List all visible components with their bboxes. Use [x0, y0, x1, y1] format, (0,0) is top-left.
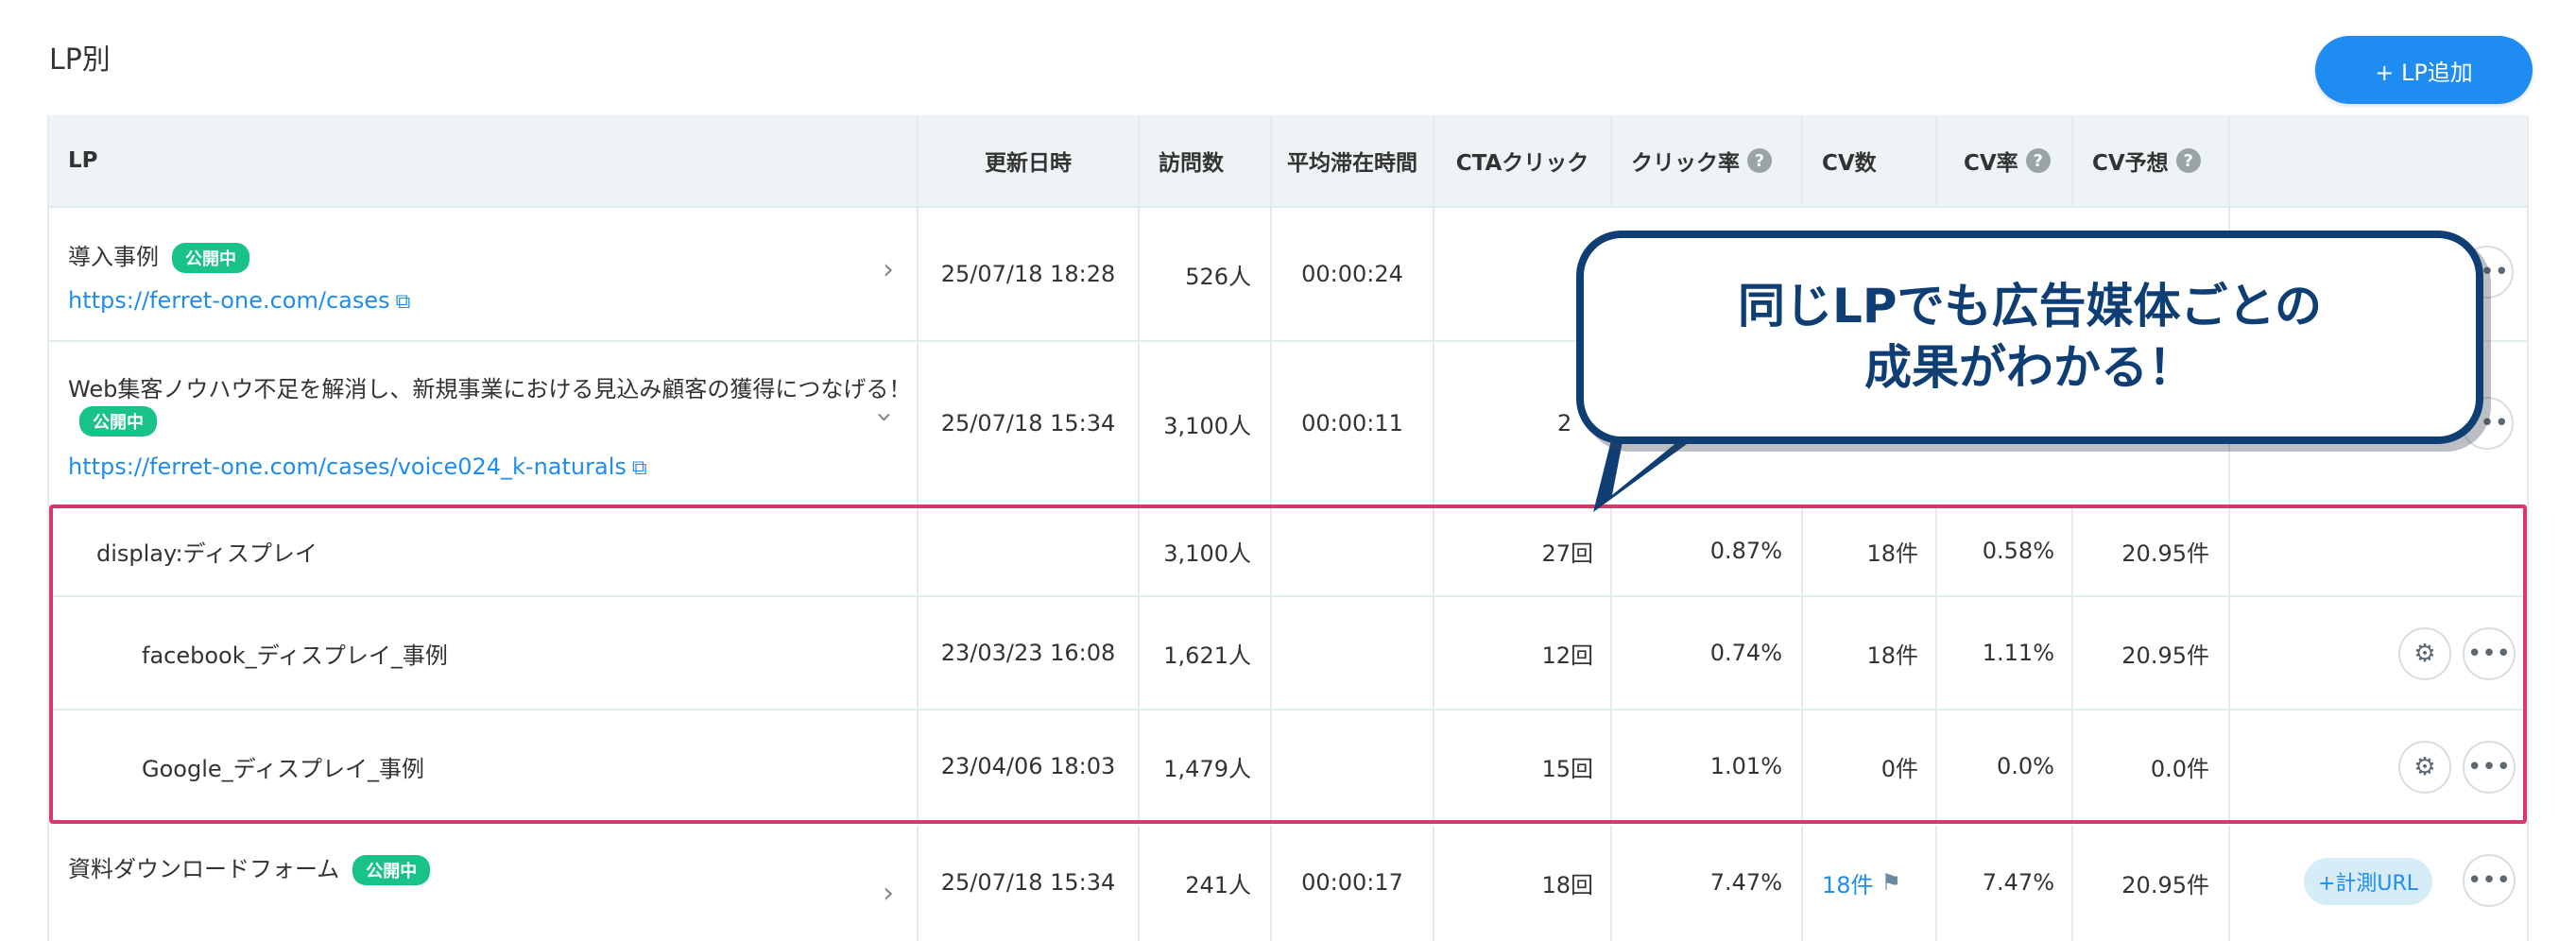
visits-cell: 526人	[1185, 263, 1251, 290]
cta-cell: 27回	[1541, 539, 1593, 567]
visits-cell: 1,621人	[1163, 642, 1251, 669]
status-badge: 公開中	[172, 243, 249, 273]
lp-url-link[interactable]: https://ferret-one.com/cases/voice024_k-…	[68, 453, 627, 480]
more-button[interactable]: •••	[2463, 741, 2516, 794]
table-header: LP 更新日時 訪問数 平均滞在時間 CTAクリック クリック率 ? CV数 C…	[49, 115, 2527, 208]
table-row[interactable]: display:ディスプレイ 3,100人 27回 0.87% 18件 0.58…	[49, 506, 2527, 597]
header-updated[interactable]: 更新日時	[919, 115, 1138, 206]
cv-cell[interactable]: 18件 ⚑	[1822, 826, 1937, 939]
header-avg-time[interactable]: 平均滞在時間	[1272, 115, 1433, 206]
header-cv-rate[interactable]: CV率 ?	[1964, 115, 2077, 206]
cv-rate-cell: 1.11%	[1982, 640, 2054, 666]
chevron-right-icon[interactable]: ›	[883, 877, 894, 910]
header-cv[interactable]: CV数	[1822, 115, 1935, 206]
header-cv-forecast[interactable]: CV予想 ?	[2092, 115, 2243, 206]
click-rate-cell: 0.74%	[1709, 640, 1782, 666]
cv-link[interactable]: 18件	[1822, 866, 1874, 899]
table-row[interactable]: facebook_ディスプレイ_事例 23/03/23 16:08 1,621人…	[49, 597, 2527, 710]
help-icon[interactable]: ?	[2175, 148, 2201, 173]
visits-cell: 3,100人	[1163, 412, 1251, 439]
callout-balloon: 同じLPでも広告媒体ごとの 成果がわかる！	[1576, 231, 2483, 444]
updated-cell: 25/07/18 15:34	[940, 869, 1116, 896]
updated-cell: 25/07/18 18:28	[940, 261, 1116, 287]
add-tracking-url-button[interactable]: +計測URL	[2304, 858, 2432, 905]
page-title: LP別	[49, 43, 111, 77]
cta-cell: 18回	[1541, 871, 1593, 898]
lp-name: Web集客ノウハウ不足を解消し、新規事業における見込み顧客の獲得につなげる！	[68, 376, 912, 402]
cta-cell: 15回	[1541, 755, 1593, 782]
chevron-right-icon[interactable]: ›	[883, 253, 894, 286]
updated-cell: 23/04/06 18:03	[940, 753, 1116, 779]
table-row[interactable]: Google_ディスプレイ_事例 23/04/06 18:03 1,479人 1…	[49, 710, 2527, 824]
cv-forecast-cell: 0.0件	[2150, 755, 2209, 782]
cv-rate-cell: 7.47%	[1982, 869, 2054, 896]
add-lp-button[interactable]: + LP追加	[2315, 36, 2533, 104]
external-link-icon[interactable]: ⧉	[632, 456, 647, 480]
gear-icon: ⚙	[2413, 753, 2436, 781]
more-icon: •••	[2466, 866, 2511, 895]
external-link-icon[interactable]: ⧉	[396, 290, 411, 314]
cta-cell: 12回	[1541, 642, 1593, 669]
settings-button[interactable]: ⚙	[2398, 741, 2451, 794]
avg-time-cell: 00:00:17	[1301, 869, 1403, 896]
visits-cell: 241人	[1185, 871, 1251, 898]
header-cv-rate-label: CV率	[1964, 151, 2018, 176]
media-name: display:ディスプレイ	[96, 539, 318, 567]
header-cv-forecast-label: CV予想	[2092, 151, 2169, 176]
help-icon[interactable]: ?	[2025, 148, 2051, 173]
callout-line-1: 同じLPでも広告媒体ごとの	[1737, 279, 2322, 334]
more-button[interactable]: •••	[2463, 627, 2516, 680]
gear-icon: ⚙	[2413, 640, 2436, 668]
avg-time-cell: 00:00:24	[1301, 261, 1403, 287]
header-cta[interactable]: CTAクリック	[1434, 115, 1610, 206]
click-rate-cell: 1.01%	[1709, 753, 1782, 779]
lp-url-link[interactable]: https://ferret-one.com/cases	[68, 287, 390, 314]
header-click-rate-label: クリック率	[1631, 151, 1740, 176]
status-badge: 公開中	[352, 855, 431, 885]
header-lp[interactable]: LP	[68, 115, 541, 206]
more-button[interactable]: •••	[2463, 854, 2516, 907]
click-rate-cell: 7.47%	[1709, 869, 1782, 896]
lp-name: 導入事例	[68, 244, 159, 270]
status-badge: 公開中	[79, 406, 157, 436]
cv-forecast-cell: 20.95件	[2121, 871, 2209, 898]
visits-cell: 1,479人	[1163, 755, 1251, 782]
visits-cell: 3,100人	[1163, 539, 1251, 567]
callout-line-2: 成果がわかる！	[1864, 340, 2195, 395]
lp-name: 資料ダウンロードフォーム	[68, 856, 340, 882]
more-icon: •••	[2466, 640, 2511, 668]
cv-rate-cell: 0.0%	[1997, 753, 2054, 779]
cv-rate-cell: 0.58%	[1982, 538, 2054, 564]
header-click-rate[interactable]: クリック率 ?	[1631, 115, 1820, 206]
settings-button[interactable]: ⚙	[2398, 627, 2451, 680]
flag-icon: ⚑	[1880, 869, 1902, 896]
media-name: Google_ディスプレイ_事例	[142, 755, 424, 782]
cv-cell: 18件	[1866, 642, 1918, 669]
cv-cell: 18件	[1866, 539, 1918, 567]
cv-forecast-cell: 20.95件	[2121, 539, 2209, 567]
click-rate-cell: 0.87%	[1709, 538, 1782, 564]
avg-time-cell: 00:00:11	[1301, 410, 1403, 436]
chevron-down-icon[interactable]: ›	[868, 412, 902, 423]
help-icon[interactable]: ?	[1747, 148, 1772, 173]
cv-cell: 0件	[1880, 755, 1918, 782]
cv-forecast-cell: 20.95件	[2121, 642, 2209, 669]
more-icon: •••	[2466, 753, 2511, 781]
table-row[interactable]: 資料ダウンロードフォーム 公開中 › 25/07/18 15:34 241人 00…	[49, 826, 2527, 941]
updated-cell: 23/03/23 16:08	[940, 640, 1116, 666]
updated-cell: 25/07/18 15:34	[940, 410, 1116, 436]
callout-tail	[1593, 436, 1697, 512]
media-name: facebook_ディスプレイ_事例	[142, 642, 448, 669]
